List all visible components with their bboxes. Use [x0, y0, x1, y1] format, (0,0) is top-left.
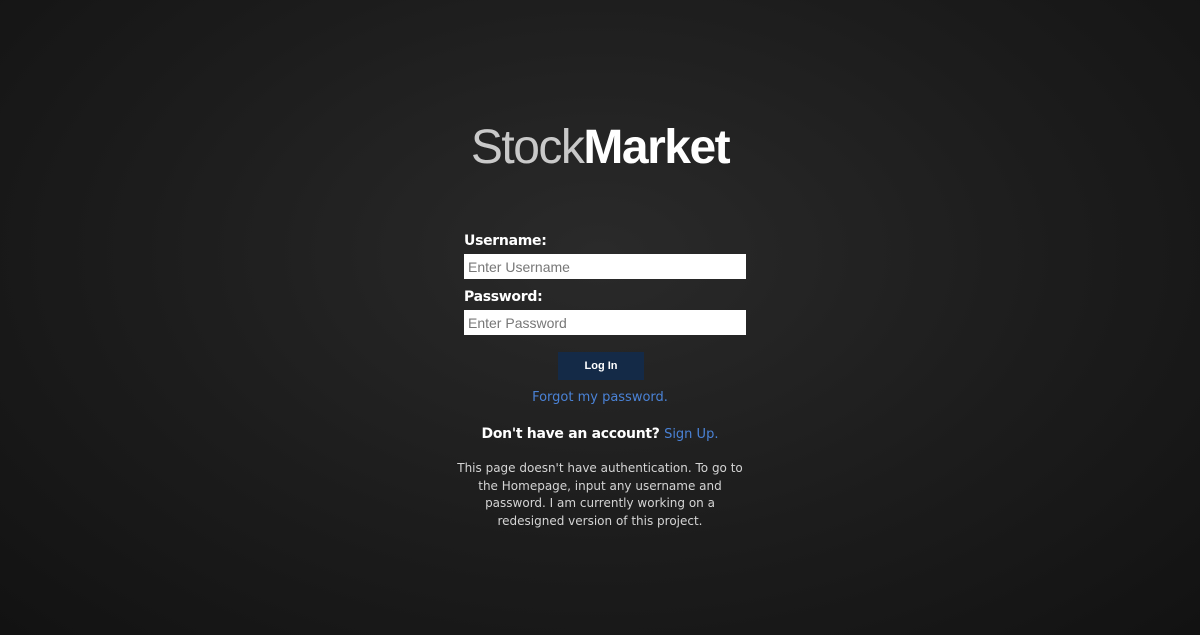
signup-prompt: Don't have an account? Sign Up.: [0, 424, 1200, 445]
username-label: Username:: [464, 233, 547, 249]
password-label: Password:: [464, 289, 543, 305]
forgot-password-link[interactable]: Forgot my password.: [532, 390, 668, 405]
logo-text-stock: Stock: [470, 121, 585, 174]
login-button[interactable]: Log In: [558, 352, 644, 380]
username-input[interactable]: [464, 254, 746, 279]
logo-text-market: Market: [583, 121, 730, 174]
info-note: This page doesn't have authentication. T…: [457, 461, 743, 528]
forgot-password-row: Forgot my password.: [0, 389, 1200, 407]
signup-question: Don't have an account?: [481, 426, 660, 442]
password-input[interactable]: [464, 310, 746, 335]
signup-link[interactable]: Sign Up.: [664, 427, 718, 442]
login-form: Username: Password:: [464, 232, 746, 335]
site-logo: StockMarket: [0, 118, 1200, 178]
